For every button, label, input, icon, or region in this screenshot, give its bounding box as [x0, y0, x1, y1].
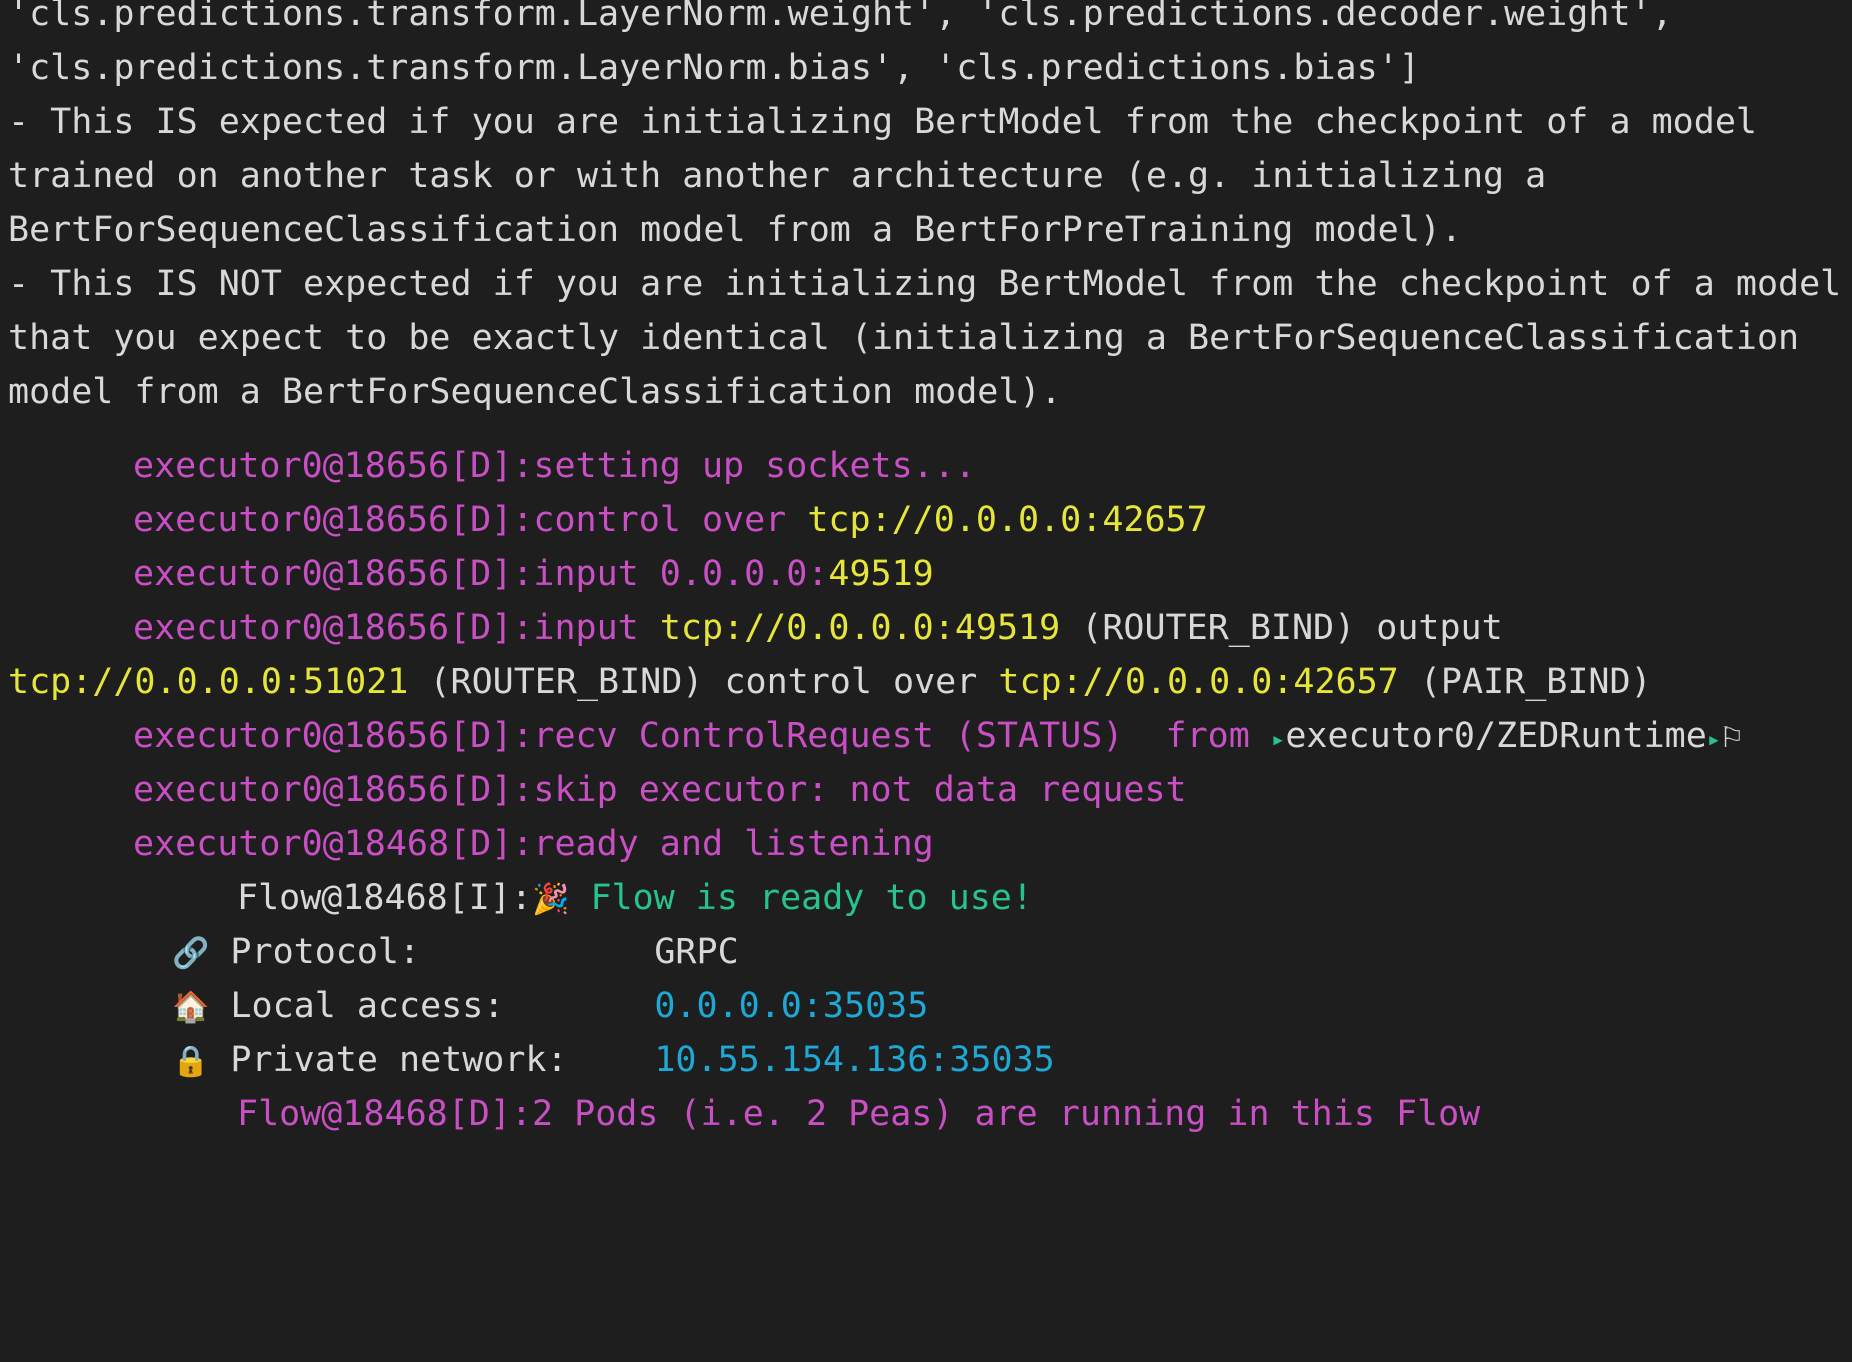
- house-icon: 🏠: [172, 990, 210, 1025]
- log-prefix: Flow@18468[D]:: [237, 1094, 533, 1134]
- log-message: input 0.0.0.0:: [533, 554, 829, 594]
- local-access-value[interactable]: 0.0.0.0:35035: [654, 986, 928, 1026]
- triangle-right-icon: ▸: [1706, 725, 1722, 753]
- socket-address: tcp://0.0.0.0:51021: [8, 662, 409, 702]
- warning-line: model from a BertForSequenceClassificati…: [8, 372, 1062, 412]
- protocol-value: GRPC: [654, 932, 739, 972]
- socket-address: tcp://0.0.0.0:49519: [659, 608, 1061, 648]
- log-message: (ROUTER_BIND) control over: [408, 662, 999, 702]
- log-prefix: executor0@18656[D]:: [133, 608, 534, 648]
- log-prefix: executor0@18656[D]:: [133, 770, 534, 810]
- log-message: recv ControlRequest (STATUS) from: [533, 716, 1271, 756]
- log-prefix: executor0@18656[D]:: [133, 554, 534, 594]
- log-message: control over: [533, 500, 808, 540]
- log-message-tail: (PAIR_BIND): [1398, 662, 1652, 702]
- log-message: ready and listening: [533, 824, 934, 864]
- log-prefix: executor0@18656[D]:: [133, 446, 534, 486]
- terminal-output[interactable]: 'cls.predictions.transform.LayerNorm.wei…: [0, 0, 1852, 1362]
- log-prefix: executor0@18656[D]:: [133, 716, 534, 756]
- log-message: input: [533, 608, 660, 648]
- log-prefix: Flow@18468[I]:: [237, 878, 533, 918]
- link-icon: 🔗: [172, 936, 210, 971]
- triangle-right-icon: ▸: [1270, 725, 1286, 753]
- log-prefix: executor0@18468[D]:: [133, 824, 534, 864]
- socket-address: tcp://0.0.0.0:42657: [807, 500, 1208, 540]
- log-line: Flow@18468[D]:2 Pods (i.e. 2 Peas) are r…: [237, 1082, 1480, 1146]
- party-popper-icon: 🎉: [532, 882, 570, 917]
- route-name: executor0/ZEDRuntime: [1285, 716, 1707, 756]
- socket-port: 49519: [828, 554, 934, 594]
- log-message: skip executor: not data request: [533, 770, 1187, 810]
- flag-icon: ⚐: [1721, 716, 1743, 756]
- lock-icon: 🔒: [172, 1044, 210, 1079]
- private-network-value[interactable]: 10.55.154.136:35035: [654, 1040, 1054, 1080]
- socket-address: tcp://0.0.0.0:42657: [998, 662, 1399, 702]
- flow-ready-message: Flow is ready to use!: [569, 878, 1033, 918]
- log-message: setting up sockets...: [533, 446, 976, 486]
- log-message: 2 Pods (i.e. 2 Peas) are running in this…: [532, 1094, 1481, 1134]
- log-prefix: executor0@18656[D]:: [133, 500, 534, 540]
- log-message-rest: (ROUTER_BIND) output: [1060, 608, 1503, 648]
